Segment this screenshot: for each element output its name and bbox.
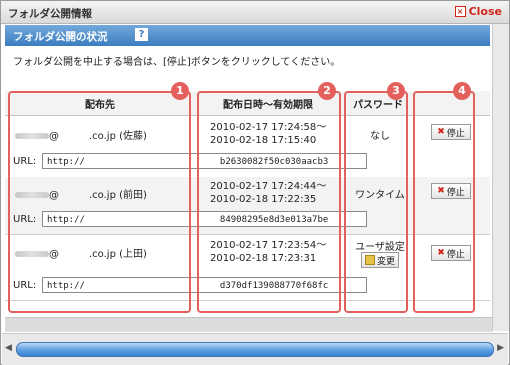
annotation-badge-3: 3 (387, 82, 405, 100)
annotation-box-dates (197, 91, 341, 313)
title-bar: フォルダ公開情報 × Close (1, 1, 509, 24)
annotation-box-stop (413, 91, 475, 313)
section-header: フォルダ公開の状況 ? (5, 25, 490, 46)
horizontal-scrollbar[interactable]: ◀ ▶ (2, 333, 508, 365)
close-label: Close (468, 5, 502, 18)
dialog-window: フォルダ公開情報 × Close フォルダ公開の状況 ? フォルダ公開を中止する… (0, 0, 510, 365)
close-icon: × (454, 6, 466, 17)
annotation-badge-4: 4 (453, 82, 471, 100)
annotation-box-recipient (8, 91, 191, 313)
scroll-left-icon[interactable]: ◀ (5, 343, 12, 353)
footer-band (5, 317, 492, 332)
instruction-text: フォルダ公開を中止する場合は、[停止]ボタンをクリックしてください。 (13, 57, 341, 68)
annotation-badge-2: 2 (318, 82, 336, 100)
scrollbar-thumb[interactable] (16, 342, 494, 357)
annotation-badge-1: 1 (171, 82, 189, 100)
close-button[interactable]: × Close (454, 5, 502, 18)
vertical-scrollbar[interactable] (492, 24, 509, 331)
help-icon[interactable]: ? (135, 28, 148, 41)
scroll-right-icon[interactable]: ▶ (497, 343, 504, 353)
annotation-box-password (344, 91, 408, 313)
window-title: フォルダ公開情報 (8, 8, 92, 20)
section-title: フォルダ公開の状況 (13, 31, 108, 43)
